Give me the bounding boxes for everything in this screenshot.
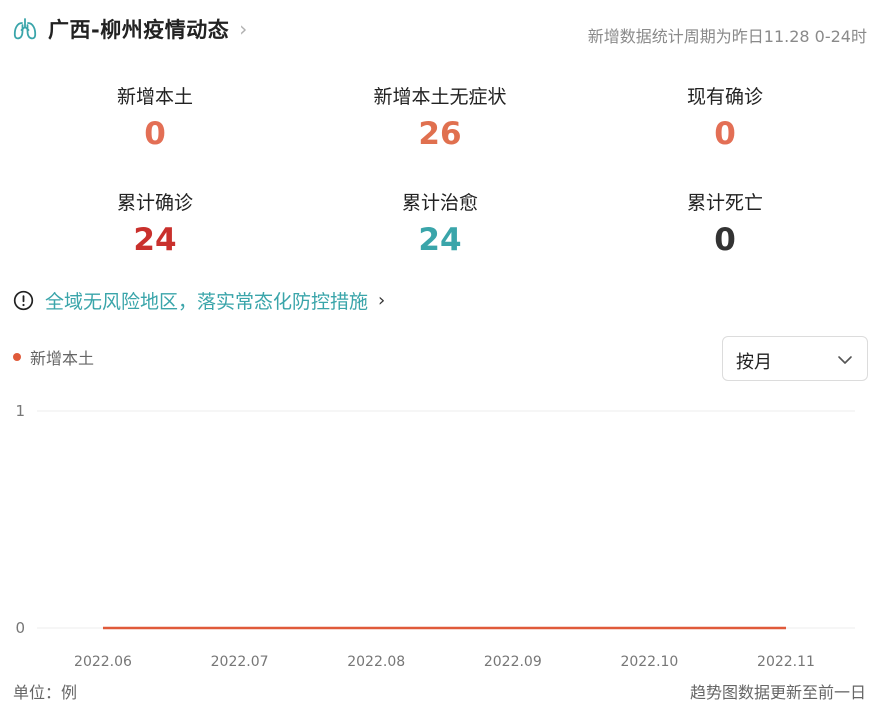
stat-current-confirmed: 现有确诊 0 xyxy=(595,82,855,153)
legend-dot xyxy=(13,353,21,361)
lungs-icon xyxy=(13,18,37,40)
stat-label: 新增本土 xyxy=(116,86,193,108)
x-tick-label: 2022.10 xyxy=(620,654,678,670)
x-tick-label: 2022.08 xyxy=(347,654,405,670)
risk-notice-link[interactable]: 全域无风险地区，落实常态化防控措施 › xyxy=(13,287,385,314)
stat-label: 现有确诊 xyxy=(686,86,763,108)
legend-label: 新增本土 xyxy=(30,349,95,368)
stat-total-recovered: 累计治愈 24 xyxy=(310,188,570,259)
stat-label: 新增本土无症状 xyxy=(373,86,507,108)
chart-legend: 新增本土 xyxy=(13,345,94,369)
select-value: 按月 xyxy=(736,352,772,373)
stat-value: 26 xyxy=(418,116,462,152)
page-title: 广西-柳州疫情动态 xyxy=(48,18,230,42)
x-tick-label: 2022.09 xyxy=(484,654,542,670)
title-link[interactable]: 广西-柳州疫情动态 › xyxy=(12,14,247,44)
stat-value: 24 xyxy=(133,222,177,258)
stat-label: 累计确诊 xyxy=(116,192,193,214)
stat-new-local: 新增本土 0 xyxy=(25,82,285,153)
stats-grid: 新增本土 0 新增本土无症状 26 现有确诊 0 累计确诊 24 累计治愈 24… xyxy=(0,80,875,265)
x-tick-label: 2022.11 xyxy=(757,654,815,670)
stat-value: 0 xyxy=(714,116,736,152)
stat-new-asymptomatic: 新增本土无症状 26 xyxy=(310,82,570,153)
stat-value: 0 xyxy=(714,222,736,258)
stat-label: 累计治愈 xyxy=(401,192,478,214)
y-tick-label: 0 xyxy=(15,619,25,637)
stat-value: 24 xyxy=(418,222,462,258)
trend-chart: 0 1 2022.06 2022.07 2022.08 2022.09 2022.10 202… xyxy=(15,402,855,670)
update-note: 趋势图数据更新至前一日 xyxy=(689,683,866,702)
notice-text: 全域无风险地区，落实常态化防控措施 xyxy=(45,291,369,313)
stat-total-confirmed: 累计确诊 24 xyxy=(25,188,285,259)
chevron-right-icon: › xyxy=(239,17,248,41)
x-tick-label: 2022.06 xyxy=(74,654,132,670)
header: 广西-柳州疫情动态 › 新增数据统计周期为昨日11.28 0-24时 xyxy=(12,14,867,54)
period-select[interactable]: 按月 xyxy=(722,336,868,381)
exclamation-circle-icon xyxy=(13,290,34,311)
y-tick-label: 1 xyxy=(15,402,25,420)
stat-total-deaths: 累计死亡 0 xyxy=(595,188,855,259)
chevron-right-icon: › xyxy=(378,290,386,311)
stat-value: 0 xyxy=(144,116,166,152)
chevron-down-icon xyxy=(838,356,852,364)
unit-label: 单位：例 xyxy=(13,683,78,702)
stat-label: 累计死亡 xyxy=(686,192,763,214)
x-tick-label: 2022.07 xyxy=(211,654,269,670)
period-note: 新增数据统计周期为昨日11.28 0-24时 xyxy=(587,27,867,46)
